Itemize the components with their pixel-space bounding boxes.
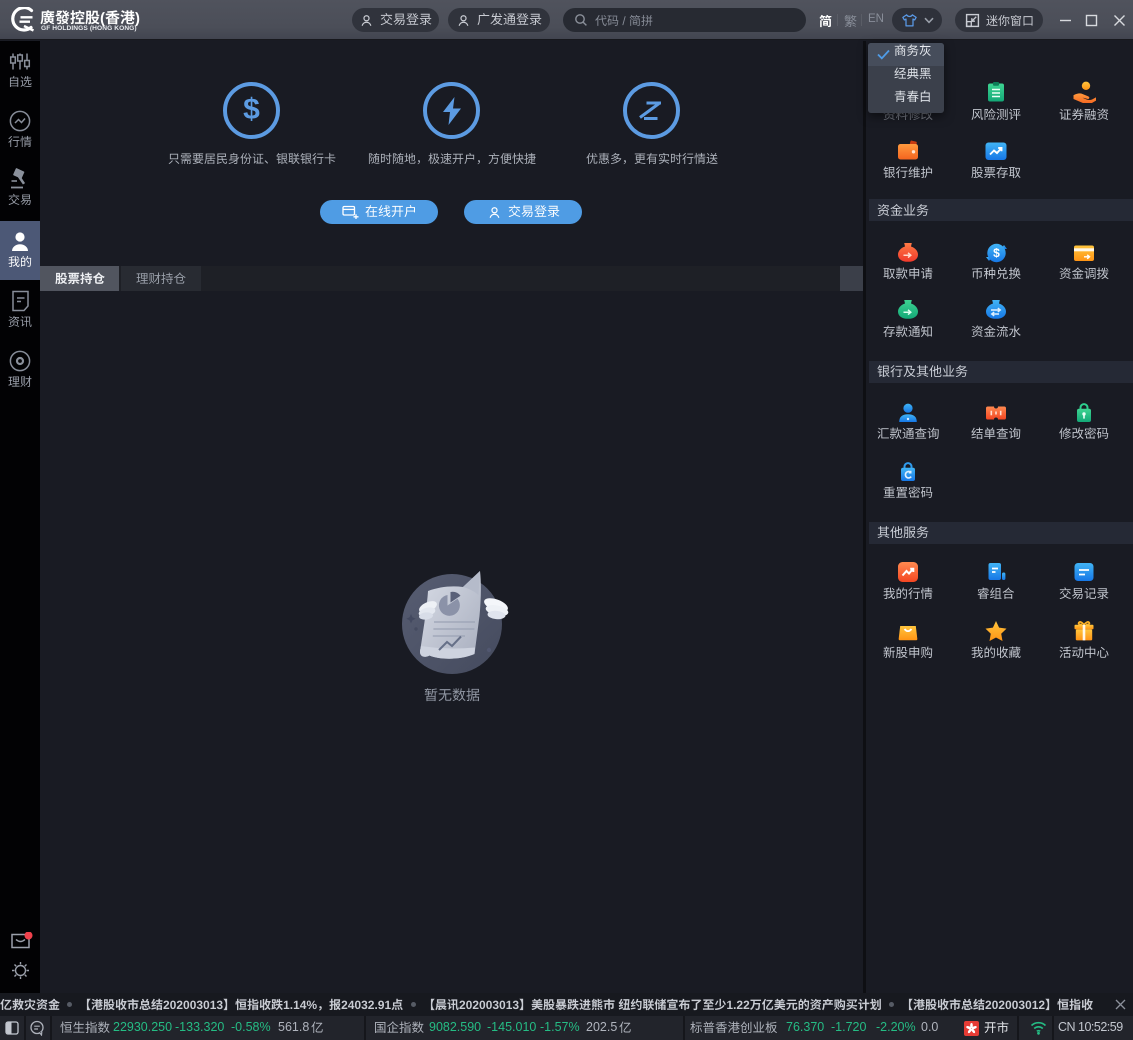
svg-text:$: $ <box>993 246 1000 260</box>
